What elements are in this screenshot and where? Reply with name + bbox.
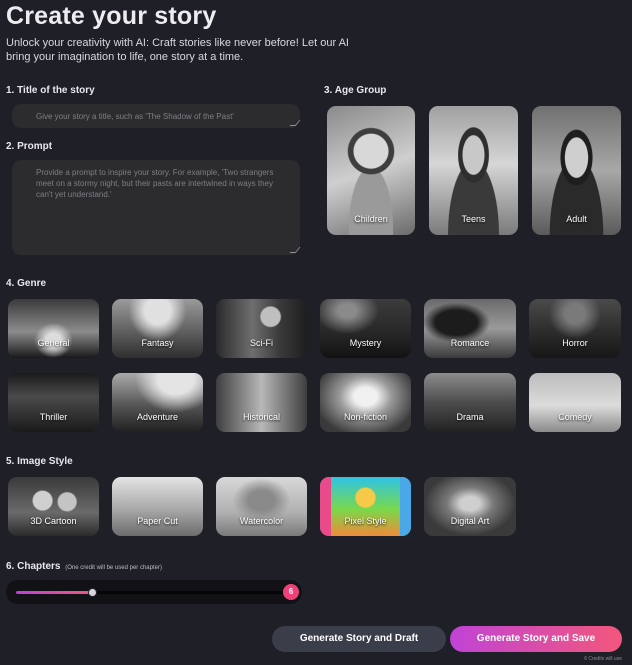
chapters-value-badge: 6 — [283, 584, 299, 600]
paper-cut-image — [112, 477, 203, 536]
mystery-image — [320, 299, 411, 358]
genre-option-label: Comedy — [558, 412, 592, 422]
comedy-image — [529, 373, 621, 432]
prompt-textarea[interactable]: Provide a prompt to inspire your story. … — [12, 160, 301, 255]
chapters-slider-rail[interactable] — [16, 588, 286, 597]
chapters-section-label: 6. Chapters (One credit will be used per… — [6, 561, 162, 572]
age-option-label: Adult — [566, 214, 587, 224]
genre-option-mystery[interactable]: Mystery — [320, 299, 411, 358]
genre-option-fantasy[interactable]: Fantasy — [112, 299, 203, 358]
style-option-pixel-style[interactable]: Pixel Style — [320, 477, 411, 536]
genre-option-label: Fantasy — [141, 338, 174, 348]
genre-option-label: Historical — [242, 412, 280, 422]
genre-option-sci-fi[interactable]: Sci-Fi — [216, 299, 307, 358]
genre-option-comedy[interactable]: Comedy — [529, 373, 621, 432]
genre-option-label: Drama — [456, 412, 484, 422]
adventure-image — [112, 373, 203, 432]
genre-option-adventure[interactable]: Adventure — [112, 373, 203, 432]
genre-option-thriller[interactable]: Thriller — [8, 373, 99, 432]
genre-option-drama[interactable]: Drama — [424, 373, 516, 432]
genre-option-romance[interactable]: Romance — [424, 299, 516, 358]
resize-handle-icon[interactable] — [289, 247, 301, 253]
historical-image — [216, 373, 307, 432]
genre-option-label: Mystery — [349, 338, 382, 348]
horror-image — [529, 299, 621, 358]
genre-option-label: Sci-Fi — [250, 338, 273, 348]
style-option-watercolor[interactable]: Watercolor — [216, 477, 307, 536]
age-option-label: Teens — [461, 214, 486, 224]
generate-and-save-button[interactable]: Generate Story and Save — [450, 626, 622, 652]
genre-option-label: Romance — [450, 338, 490, 348]
thriller-image — [8, 373, 99, 432]
story-title-placeholder: Give your story a title, such as 'The Sh… — [36, 112, 234, 121]
chapters-slider-thumb[interactable] — [87, 588, 97, 597]
sci-fi-image — [216, 299, 307, 358]
credits-note: 6 Credits will use — [584, 656, 622, 662]
non-fiction-image — [320, 373, 411, 432]
genre-option-label: Thriller — [39, 412, 68, 422]
style-option-label: Paper Cut — [137, 516, 178, 526]
style-option-paper-cut[interactable]: Paper Cut — [112, 477, 203, 536]
pixel-style-image — [320, 477, 411, 536]
genre-option-general[interactable]: General — [8, 299, 99, 358]
style-option-label: Watercolor — [239, 516, 284, 526]
style-option-digital-art[interactable]: Digital Art — [424, 477, 516, 536]
drama-image — [424, 373, 516, 432]
watercolor-image — [216, 477, 307, 536]
story-title-input[interactable]: Give your story a title, such as 'The Sh… — [12, 104, 301, 128]
style-option-3d-cartoon[interactable]: 3D Cartoon — [8, 477, 99, 536]
genre-option-non-fiction[interactable]: Non-fiction — [320, 373, 411, 432]
chapters-label-text: 6. Chapters — [6, 561, 61, 572]
style-option-label: Pixel Style — [344, 516, 387, 526]
romance-image — [424, 299, 516, 358]
page-subtitle: Unlock your creativity with AI: Craft st… — [6, 37, 349, 63]
title-section-label: 1. Title of the story — [6, 85, 95, 96]
prompt-placeholder: Provide a prompt to inspire your story. … — [36, 168, 274, 199]
age-option-children[interactable]: Children — [327, 106, 415, 235]
genre-option-label: Horror — [562, 338, 588, 348]
style-option-label: 3D Cartoon — [30, 516, 77, 526]
resize-handle-icon[interactable] — [289, 120, 301, 126]
page-title: Create your story — [6, 2, 217, 30]
style-option-label: Digital Art — [450, 516, 490, 526]
chapters-slider-fill — [16, 591, 92, 594]
digital-art-image — [424, 477, 516, 536]
general-image — [8, 299, 99, 358]
genre-option-label: General — [37, 338, 70, 348]
prompt-section-label: 2. Prompt — [6, 141, 53, 152]
age-option-adult[interactable]: Adult — [532, 106, 621, 235]
age-option-label: Children — [354, 214, 388, 224]
genre-option-label: Non-fiction — [343, 412, 388, 422]
generate-and-draft-button[interactable]: Generate Story and Draft — [272, 626, 446, 652]
style-section-label: 5. Image Style — [6, 456, 73, 467]
3d-cartoon-image — [8, 477, 99, 536]
genre-option-historical[interactable]: Historical — [216, 373, 307, 432]
genre-option-label: Adventure — [136, 412, 179, 422]
genre-option-horror[interactable]: Horror — [529, 299, 621, 358]
genre-section-label: 4. Genre — [6, 278, 47, 289]
age-option-teens[interactable]: Teens — [429, 106, 518, 235]
fantasy-image — [112, 299, 203, 358]
chapters-slider[interactable]: 6 — [6, 580, 302, 604]
age-section-label: 3. Age Group — [324, 85, 387, 96]
chapters-credit-note: (One credit will be used per chapter) — [65, 565, 162, 571]
